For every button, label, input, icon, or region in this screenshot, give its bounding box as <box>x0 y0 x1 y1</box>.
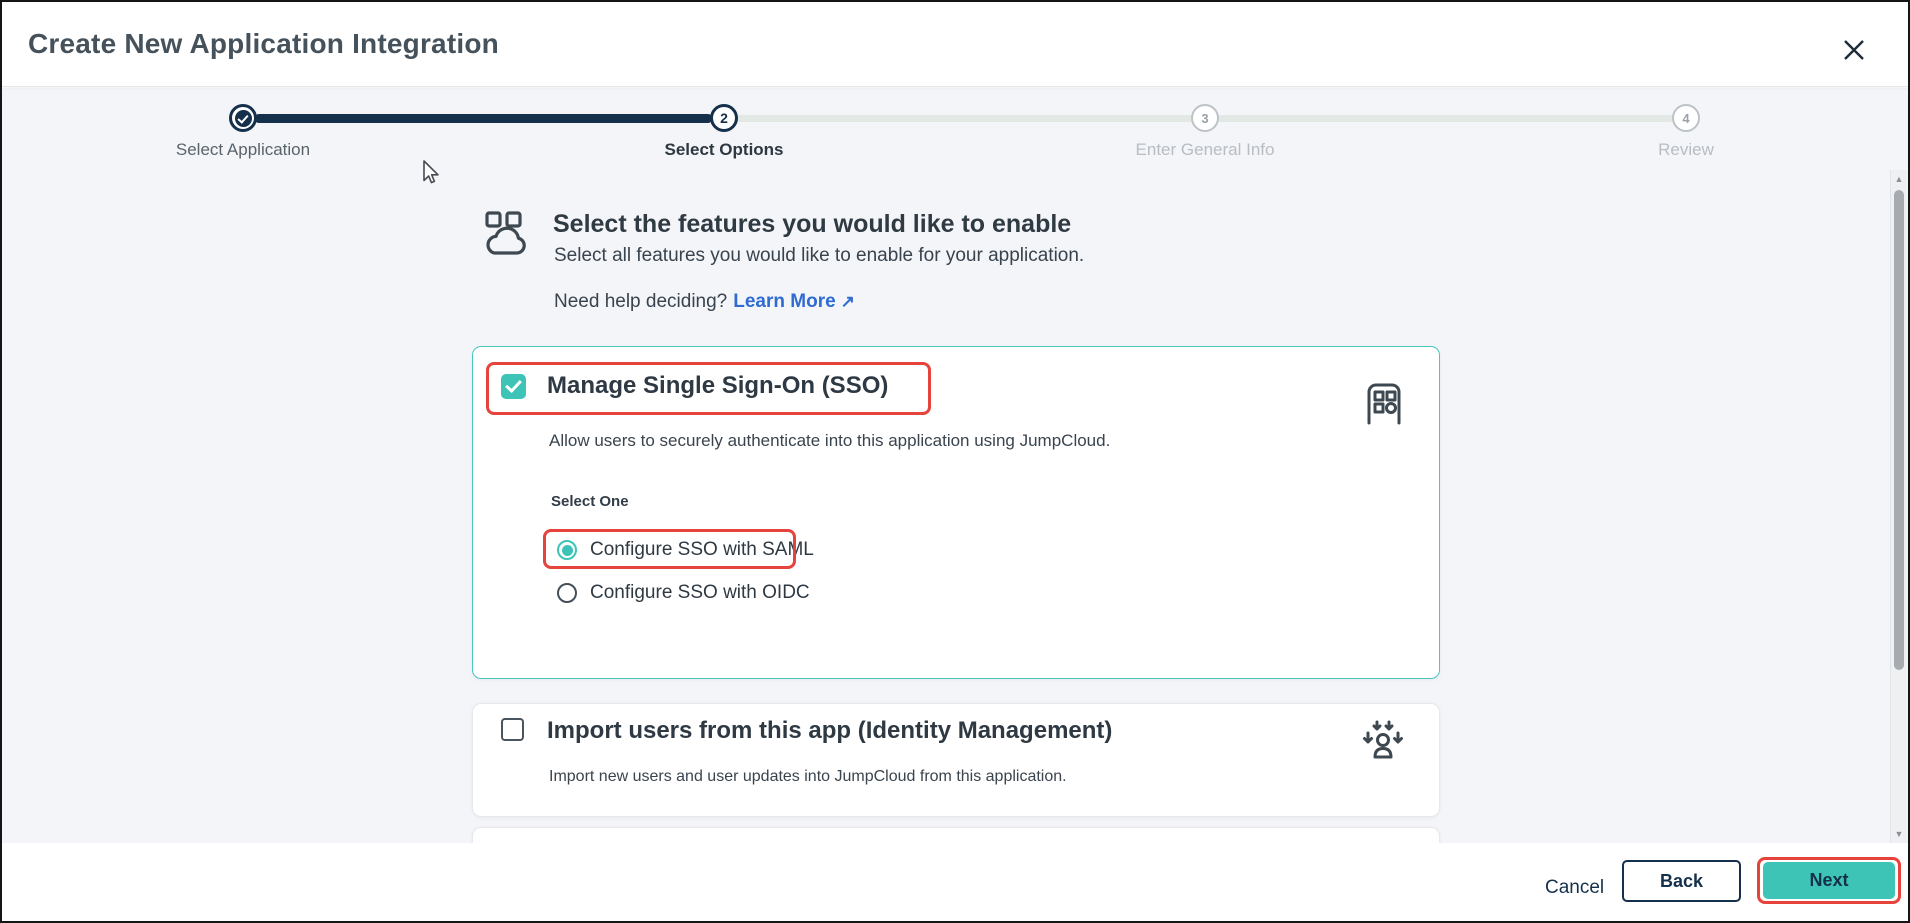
cancel-button[interactable]: Cancel <box>1545 877 1604 899</box>
import-card-title: Import users from this app (Identity Man… <box>547 714 1112 748</box>
import-checkbox[interactable] <box>501 718 524 741</box>
help-text: Need help deciding? <box>554 291 727 312</box>
back-button[interactable]: Back <box>1622 860 1741 902</box>
import-card-description: Import new users and user updates into J… <box>549 768 1067 786</box>
help-line: Need help deciding? Learn More ↗ <box>554 291 855 313</box>
scrollbar-thumb[interactable] <box>1894 190 1904 670</box>
radio-option-saml[interactable]: Configure SSO with SAML <box>557 538 814 562</box>
scrollbar-down-arrow-icon[interactable]: ▼ <box>1891 829 1907 839</box>
oidc-radio-label: Configure SSO with OIDC <box>590 582 810 604</box>
sso-card-description: Allow users to securely authenticate int… <box>549 431 1110 451</box>
step-3-number: 3 <box>1201 111 1208 126</box>
apps-cloud-icon <box>479 208 533 262</box>
step-1-check-icon <box>235 110 252 127</box>
stepper-connector-1 <box>255 114 712 123</box>
oidc-radio-icon <box>557 583 577 603</box>
step-2-indicator: 2 <box>710 104 738 132</box>
step-4-number: 4 <box>1682 111 1689 126</box>
modal-header: Create New Application Integration <box>2 2 1908 87</box>
next-button[interactable]: Next <box>1763 862 1895 899</box>
stepper-connector-3 <box>1217 115 1674 122</box>
saml-radio-label: Configure SSO with SAML <box>590 539 814 561</box>
modal-footer: Cancel Back Next <box>2 843 1908 921</box>
select-one-label: Select One <box>551 493 629 510</box>
modal-content: 2 3 4 Select Application Select Options … <box>2 88 1908 843</box>
step-3-label: Enter General Info <box>1045 140 1365 160</box>
step-1-indicator <box>229 104 257 132</box>
step-2-number: 2 <box>720 110 728 126</box>
step-4-indicator: 4 <box>1672 104 1700 132</box>
sso-feature-card: Manage Single Sign-On (SSO) Allow users … <box>472 346 1440 679</box>
sso-checkbox[interactable] <box>501 374 526 399</box>
step-2-label: Select Options <box>564 140 884 160</box>
next-button-highlight: Next <box>1757 857 1901 904</box>
learn-more-link[interactable]: Learn More ↗ <box>733 291 855 312</box>
import-users-icon <box>1359 716 1407 769</box>
import-feature-card: Import users from this app (Identity Man… <box>472 703 1440 817</box>
vertical-scrollbar[interactable]: ▲ ▼ <box>1890 170 1907 843</box>
next-feature-card-peek <box>472 827 1440 844</box>
step-4-label: Review <box>1526 140 1846 160</box>
scrollbar-up-arrow-icon[interactable]: ▲ <box>1891 174 1907 184</box>
modal-title: Create New Application Integration <box>28 28 499 60</box>
sso-grid-icon <box>1361 379 1407 430</box>
step-3-indicator: 3 <box>1191 104 1219 132</box>
step-1-label: Select Application <box>83 140 403 160</box>
external-link-icon: ↗ <box>841 292 855 311</box>
stepper-connector-2 <box>736 115 1193 122</box>
learn-more-label: Learn More <box>733 291 835 312</box>
sso-card-title: Manage Single Sign-On (SSO) <box>547 369 888 403</box>
create-application-modal: Create New Application Integration 2 3 4… <box>0 0 1910 923</box>
close-icon[interactable] <box>1838 34 1870 66</box>
radio-option-oidc[interactable]: Configure SSO with OIDC <box>557 581 810 605</box>
features-subheading: Select all features you would like to en… <box>554 245 1084 267</box>
features-heading: Select the features you would like to en… <box>553 210 1071 239</box>
saml-radio-icon <box>557 540 577 560</box>
